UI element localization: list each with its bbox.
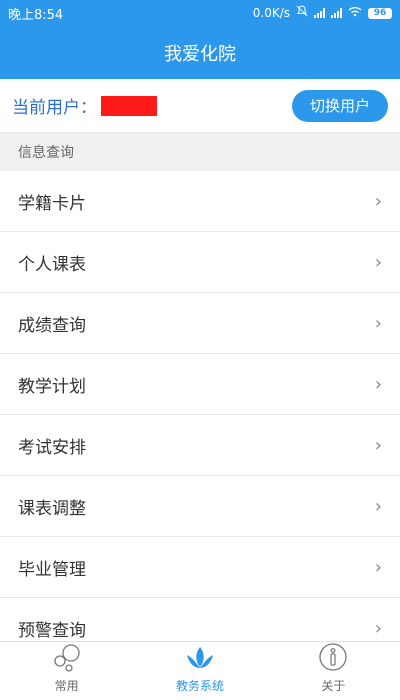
menu-item-label: 学籍卡片 xyxy=(18,193,86,214)
signal-icon xyxy=(314,8,325,18)
nav-tab-label: 常用 xyxy=(54,679,79,693)
menu-list: 学籍卡片 › 个人课表 › 成绩查询 › 教学计划 › 考试安排 › 课表调整 … xyxy=(0,171,400,641)
chevron-right-icon: › xyxy=(374,251,382,273)
menu-item-label: 考试安排 xyxy=(18,437,86,458)
nav-tab-label: 关于 xyxy=(321,679,346,693)
nav-tab-academic[interactable]: 教务系统 xyxy=(133,642,266,700)
mute-bell-icon xyxy=(296,5,308,21)
chevron-right-icon: › xyxy=(374,434,382,456)
nav-tab-common[interactable]: 常用 xyxy=(0,642,133,700)
status-time: 晚上8:54 xyxy=(8,7,64,23)
menu-item-student-card[interactable]: 学籍卡片 › xyxy=(0,171,400,232)
menu-item-graduation[interactable]: 毕业管理 › xyxy=(0,537,400,598)
nav-tab-label: 教务系统 xyxy=(175,679,224,693)
menu-item-teaching-plan[interactable]: 教学计划 › xyxy=(0,354,400,415)
network-speed: 0.0K/s xyxy=(252,6,290,20)
chevron-right-icon: › xyxy=(374,373,382,395)
nav-tab-about[interactable]: 关于 xyxy=(267,642,400,700)
battery-icon: 96 xyxy=(368,7,392,19)
switch-user-button[interactable]: 切换用户 xyxy=(292,89,388,122)
menu-item-warning[interactable]: 预警查询 › xyxy=(0,598,400,641)
current-user-label: 当前用户： xyxy=(12,98,97,118)
menu-item-label: 教学计划 xyxy=(18,376,86,397)
menu-item-label: 成绩查询 xyxy=(18,315,86,336)
chevron-right-icon: › xyxy=(374,556,382,578)
app-bar: 我爱化院 xyxy=(0,26,400,79)
bubbles-icon xyxy=(50,641,84,675)
menu-item-label: 预警查询 xyxy=(18,620,86,641)
menu-item-timetable-adjust[interactable]: 课表调整 › xyxy=(0,476,400,537)
menu-item-grades[interactable]: 成绩查询 › xyxy=(0,293,400,354)
username-redacted xyxy=(101,95,157,116)
signal-icon xyxy=(331,8,342,18)
wifi-icon xyxy=(348,6,362,21)
menu-item-exam-schedule[interactable]: 考试安排 › xyxy=(0,415,400,476)
section-header: 信息查询 xyxy=(0,133,400,171)
chevron-right-icon: › xyxy=(374,617,382,639)
current-user-row: 当前用户： 切换用户 xyxy=(0,79,400,133)
chevron-right-icon: › xyxy=(374,495,382,517)
menu-item-label: 课表调整 xyxy=(18,498,86,519)
menu-item-label: 毕业管理 xyxy=(18,559,86,580)
menu-item-label: 个人课表 xyxy=(18,254,86,275)
status-bar: 晚上8:54 0.0K/s 96 xyxy=(0,0,400,26)
bottom-nav: 常用 教务系统 关于 xyxy=(0,641,400,700)
status-icons: 0.0K/s 96 xyxy=(253,5,392,21)
menu-item-timetable[interactable]: 个人课表 › xyxy=(0,232,400,293)
page-title: 我爱化院 xyxy=(164,43,236,65)
info-icon xyxy=(316,641,350,675)
lotus-icon xyxy=(183,641,217,675)
chevron-right-icon: › xyxy=(374,312,382,334)
chevron-right-icon: › xyxy=(374,190,382,212)
